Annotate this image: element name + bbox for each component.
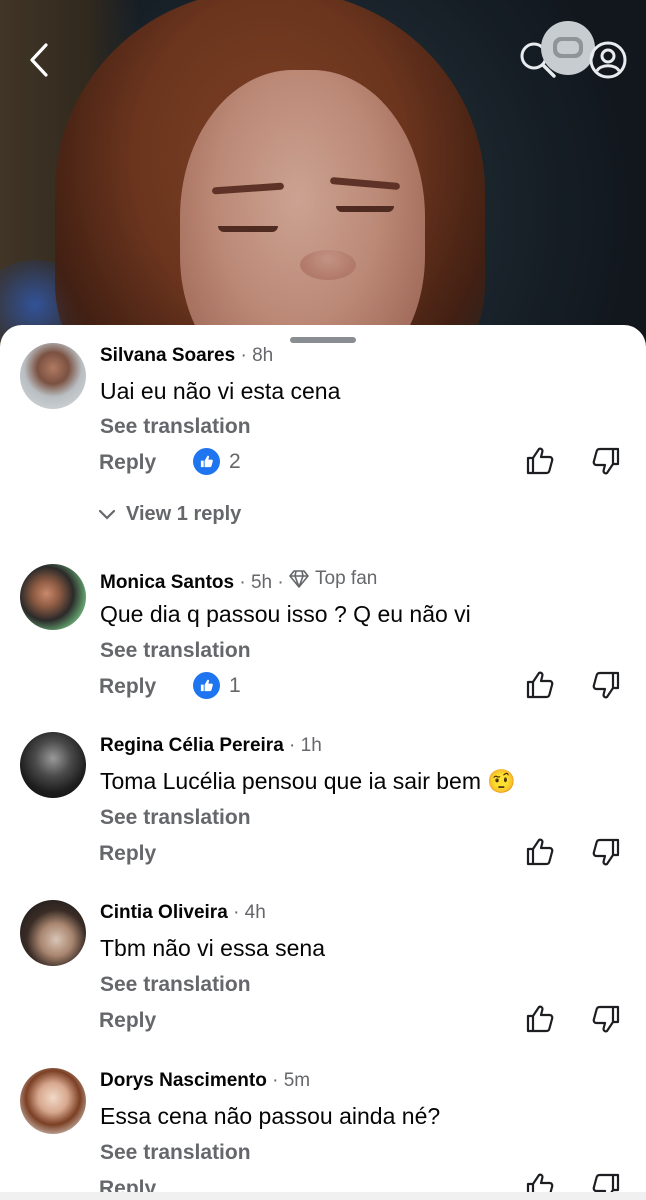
comment-author[interactable]: Regina Célia Pereira <box>100 735 284 756</box>
comment-header: Silvana Soares · 8h <box>100 345 273 367</box>
reply-button[interactable]: Reply <box>99 842 156 866</box>
comment-text-body: Toma Lucélia pensou que ia sair bem <box>100 768 482 794</box>
chevron-down-icon <box>98 509 116 520</box>
see-translation-link[interactable]: See translation <box>100 973 251 997</box>
comment-header: Dorys Nascimento · 5m <box>100 1070 310 1092</box>
thumbs-up-icon[interactable] <box>524 669 556 701</box>
comment-text: Toma Lucélia pensou que ia sair bem 🤨 <box>100 768 516 795</box>
comment-time: 5m <box>283 1070 311 1091</box>
comment-author[interactable]: Monica Santos <box>100 572 234 593</box>
avatar[interactable] <box>20 900 86 966</box>
separator: · <box>272 1070 279 1091</box>
separator: · <box>277 572 284 593</box>
comment-time: 1h <box>300 735 322 756</box>
like-count-value: 2 <box>229 449 241 473</box>
avatar[interactable] <box>20 1068 86 1134</box>
comment-header: Regina Célia Pereira · 1h <box>100 735 322 757</box>
see-translation-link[interactable]: See translation <box>100 415 251 439</box>
thumbs-down-icon[interactable] <box>590 445 622 477</box>
top-right-controls <box>518 20 628 82</box>
separator: · <box>239 572 246 593</box>
diamond-icon <box>289 570 309 588</box>
see-translation-link[interactable]: See translation <box>100 639 251 663</box>
profile-icon[interactable] <box>588 40 628 80</box>
top-fan-label: Top fan <box>315 568 378 589</box>
separator: · <box>233 902 240 923</box>
top-fan-badge: Top fan <box>289 568 377 590</box>
thumbs-down-icon[interactable] <box>590 669 622 701</box>
comment-time: 8h <box>252 345 274 366</box>
like-reaction-icon <box>193 672 220 699</box>
comment-header: Monica Santos · 5h · Top fan <box>100 568 377 594</box>
separator: · <box>289 735 296 756</box>
comment-text: Que dia q passou isso ? Q eu não vi <box>100 601 471 627</box>
comment-author[interactable]: Dorys Nascimento <box>100 1070 267 1091</box>
bottom-edge <box>0 1192 646 1200</box>
avatar[interactable] <box>20 343 86 409</box>
view-replies-button[interactable]: View 1 reply <box>98 503 241 526</box>
comments-sheet: Silvana Soares · 8h Uai eu não vi esta c… <box>0 325 646 1200</box>
thumbs-up-icon[interactable] <box>524 1003 556 1035</box>
comment-time: 5h <box>250 572 273 593</box>
thumbs-down-icon[interactable] <box>590 836 622 868</box>
see-translation-link[interactable]: See translation <box>100 806 251 830</box>
see-translation-link[interactable]: See translation <box>100 1141 251 1165</box>
back-button[interactable] <box>22 40 56 80</box>
like-reaction-icon <box>193 448 220 475</box>
comment-header: Cintia Oliveira · 4h <box>100 902 266 924</box>
comment-author[interactable]: Silvana Soares <box>100 345 235 366</box>
like-count: 2 <box>193 448 241 475</box>
comment-text: Tbm não vi essa sena <box>100 935 326 961</box>
reply-button[interactable]: Reply <box>99 451 156 475</box>
reply-button[interactable]: Reply <box>99 675 156 699</box>
comment-author[interactable]: Cintia Oliveira <box>100 902 228 923</box>
chevron-left-icon <box>30 43 48 77</box>
sheet-drag-handle[interactable] <box>290 337 356 343</box>
separator: · <box>240 345 247 366</box>
like-count-value: 1 <box>229 673 241 697</box>
avatar[interactable] <box>20 564 86 630</box>
reply-button[interactable]: Reply <box>99 1009 156 1033</box>
thumbs-up-icon[interactable] <box>524 836 556 868</box>
like-count: 1 <box>193 672 241 699</box>
thumbs-down-icon[interactable] <box>590 1003 622 1035</box>
comment-text: Essa cena não passou ainda né? <box>100 1103 441 1129</box>
comment-time: 4h <box>244 902 266 923</box>
avatar[interactable] <box>20 732 86 798</box>
video-preview[interactable] <box>0 0 646 360</box>
view-replies-label: View 1 reply <box>126 503 242 525</box>
comment-text: Uai eu não vi esta cena <box>100 378 341 404</box>
raised-eyebrow-emoji: 🤨 <box>487 768 517 794</box>
thumbs-up-icon[interactable] <box>524 445 556 477</box>
